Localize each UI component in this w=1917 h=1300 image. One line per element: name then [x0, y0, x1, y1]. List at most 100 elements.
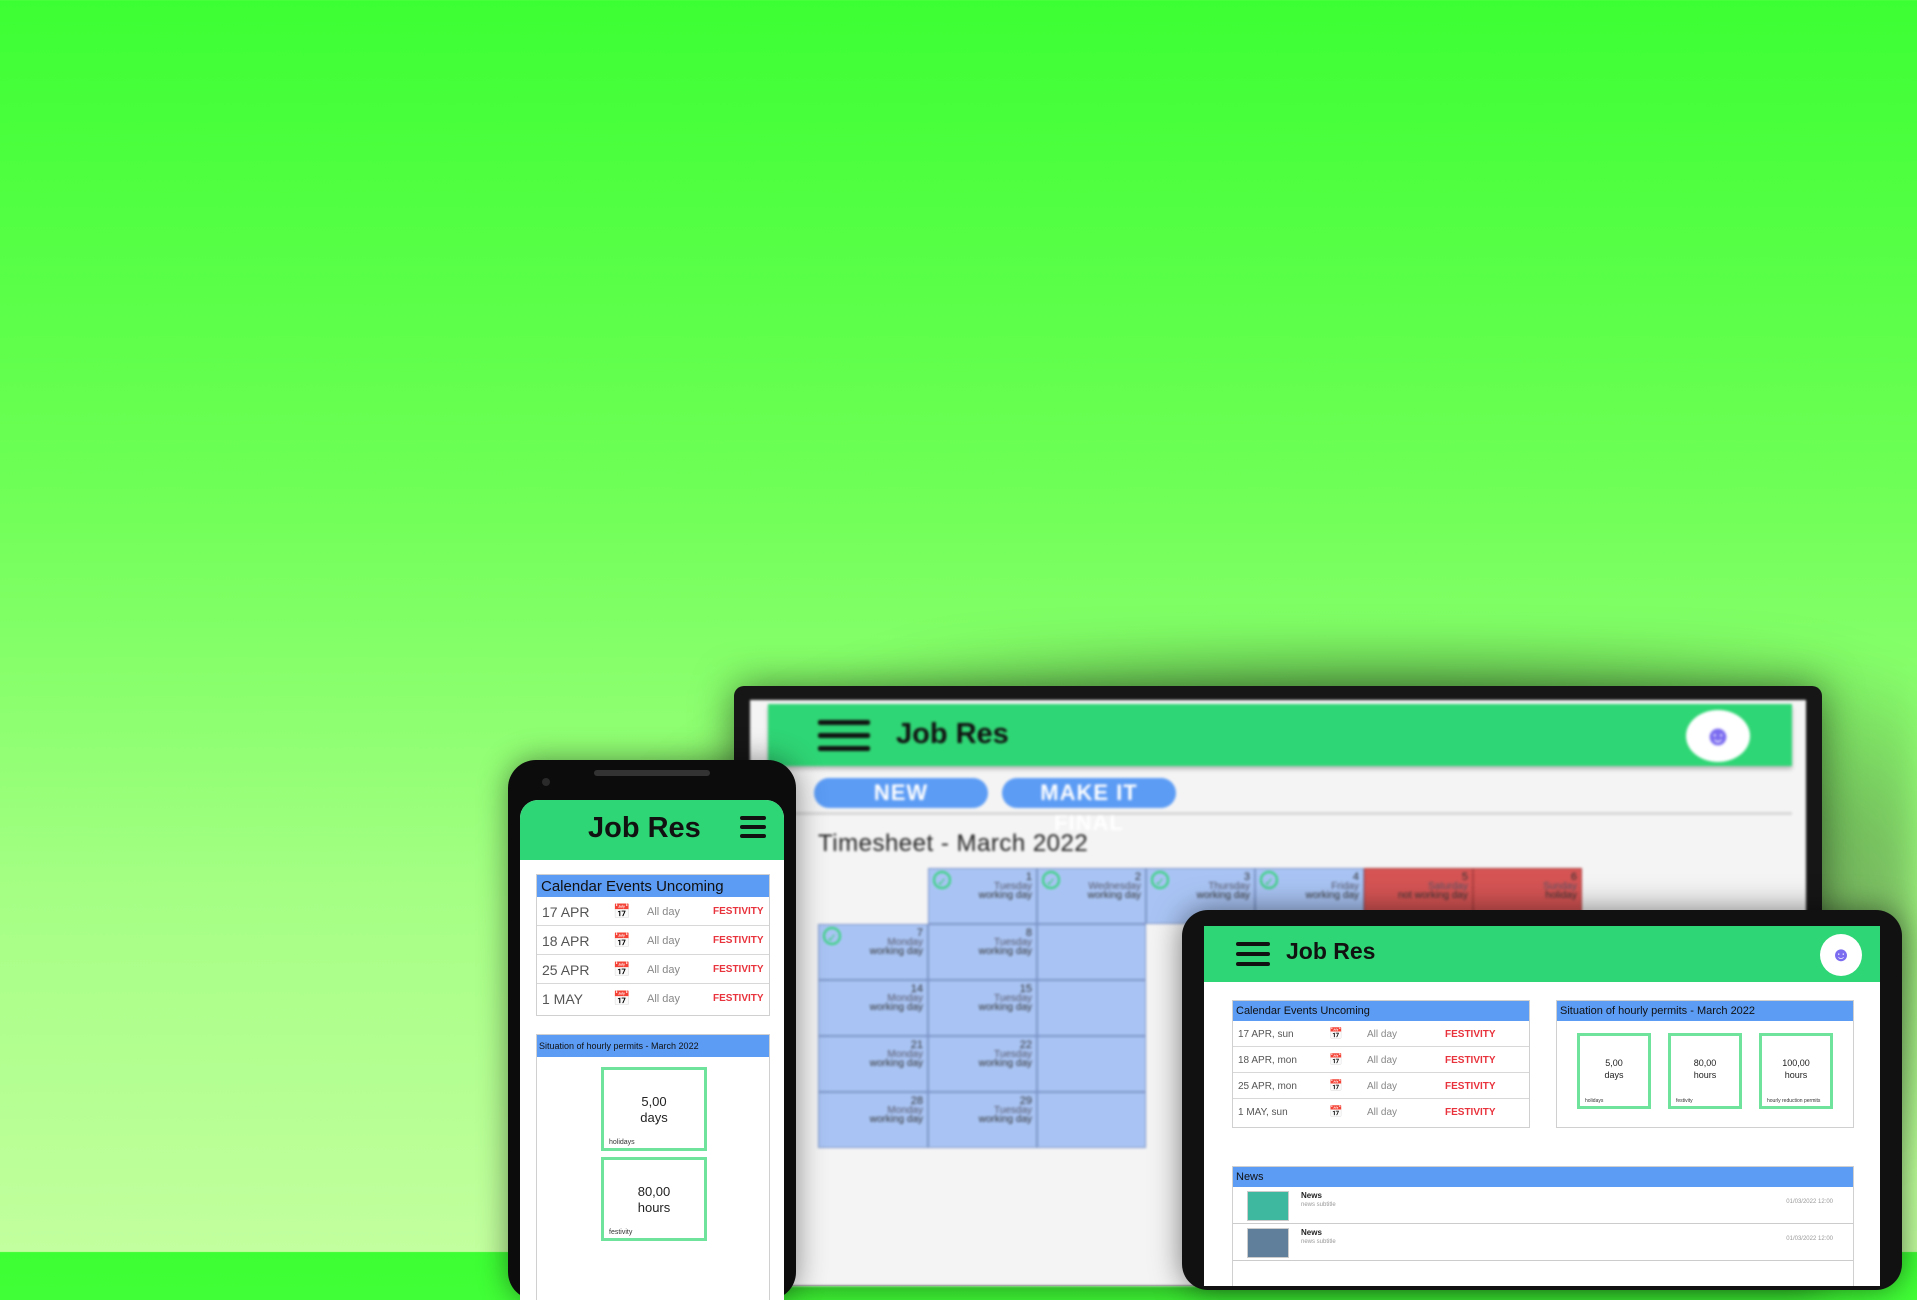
calendar-icon: 📅	[613, 932, 631, 948]
news-item[interactable]: News news subtitle 01/03/2022 12:00	[1233, 1224, 1853, 1261]
event-time: All day	[1367, 1107, 1398, 1118]
permit-label: holidays	[1585, 1098, 1604, 1104]
mobile-phone: Job Res Calendar Events Uncoming 17 APR …	[508, 760, 796, 1300]
event-type: FESTIVITY	[1445, 1055, 1496, 1066]
event-type: FESTIVITY	[1445, 1029, 1496, 1040]
event-row[interactable]: 18 APR 📅 All day FESTIVITY	[537, 926, 769, 955]
calendar-icon: 📅	[1329, 1054, 1343, 1066]
new-button[interactable]: NEW	[814, 778, 988, 808]
hamburger-icon[interactable]	[818, 720, 870, 759]
day-status: working day	[978, 1058, 1032, 1069]
day-cell[interactable]: 14 Monday working day	[818, 980, 928, 1036]
event-row[interactable]: 1 MAY, sun 📅 All day FESTIVITY	[1233, 1099, 1529, 1125]
permit-label: festivity	[1676, 1098, 1693, 1104]
check-circle-icon: ✓	[1042, 871, 1060, 889]
news-card: News News news subtitle 01/03/2022 12:00…	[1232, 1166, 1854, 1286]
news-subtitle: news subtitle	[1301, 1239, 1336, 1245]
event-type: FESTIVITY	[713, 935, 764, 946]
news-title: News	[1301, 1228, 1322, 1237]
event-row[interactable]: 25 APR, mon 📅 All day FESTIVITY	[1233, 1073, 1529, 1099]
day-cell[interactable]	[1037, 980, 1146, 1036]
day-cell[interactable]: ✓ 2 Wednesday working day	[1037, 868, 1146, 924]
check-circle-icon: ✓	[933, 871, 951, 889]
event-time: All day	[647, 935, 681, 947]
card-title: Situation of hourly permits - March 2022	[1557, 1001, 1853, 1021]
permit-box: 80,00 hours festivity	[1668, 1033, 1742, 1109]
day-cell[interactable]: ✓ 7 Monday working day	[818, 924, 928, 980]
event-time: All day	[647, 993, 681, 1005]
event-type: FESTIVITY	[1445, 1107, 1496, 1118]
day-cell[interactable]	[1037, 1092, 1146, 1148]
news-subtitle: news subtitle	[1301, 1202, 1336, 1208]
hamburger-icon[interactable]	[740, 816, 766, 843]
event-time: All day	[647, 964, 681, 976]
event-type: FESTIVITY	[713, 964, 764, 975]
check-circle-icon: ✓	[1260, 871, 1278, 889]
day-status: working day	[978, 946, 1032, 957]
day-cell[interactable]	[1037, 1036, 1146, 1092]
hourly-permits-card: Situation of hourly permits - March 2022…	[536, 1034, 770, 1300]
day-cell[interactable]	[1037, 924, 1146, 980]
event-row[interactable]: 18 APR, mon 📅 All day FESTIVITY	[1233, 1047, 1529, 1073]
day-cell[interactable]: 8 Tuesday working day	[928, 924, 1037, 980]
card-title: Calendar Events Uncoming	[537, 875, 769, 897]
permit-unit: hours	[637, 1200, 671, 1215]
calendar-icon: 📅	[1329, 1028, 1343, 1040]
hourly-permits-card: Situation of hourly permits - March 2022…	[1556, 1000, 1854, 1128]
app-header: Job Res ☻	[1204, 926, 1880, 982]
app-header: Job Res ☻	[768, 704, 1792, 766]
card-title: Calendar Events Uncoming	[1233, 1001, 1529, 1021]
user-icon[interactable]: ☻	[1820, 934, 1862, 976]
day-status: working day	[869, 1058, 923, 1069]
event-time: All day	[1367, 1055, 1398, 1066]
event-date: 1 MAY, sun	[1238, 1107, 1288, 1118]
news-item[interactable]: News news subtitle 01/03/2022 12:00	[1233, 1187, 1853, 1224]
check-circle-icon: ✓	[1151, 871, 1169, 889]
event-type: FESTIVITY	[713, 993, 764, 1004]
calendar-icon: 📅	[1329, 1080, 1343, 1092]
permit-value: 5,00	[641, 1094, 667, 1109]
permit-unit: days	[640, 1110, 668, 1125]
day-status: working day	[1305, 890, 1359, 901]
divider	[768, 812, 1792, 815]
event-date: 17 APR	[542, 904, 590, 920]
day-cell[interactable]: 28 Monday working day	[818, 1092, 928, 1148]
app-header: Job Res	[520, 800, 784, 860]
permit-unit: hours	[1784, 1070, 1808, 1080]
day-cell[interactable]: 22 Tuesday working day	[928, 1036, 1037, 1092]
news-title: News	[1301, 1191, 1322, 1200]
event-row[interactable]: 17 APR 📅 All day FESTIVITY	[537, 897, 769, 926]
event-row[interactable]: 25 APR 📅 All day FESTIVITY	[537, 955, 769, 984]
permit-box: 5,00 days holidays	[601, 1067, 707, 1151]
event-date: 18 APR	[542, 933, 590, 949]
news-thumbnail	[1247, 1228, 1289, 1258]
news-date: 01/03/2022 12:00	[1786, 1199, 1833, 1205]
event-row[interactable]: 17 APR, sun 📅 All day FESTIVITY	[1233, 1021, 1529, 1047]
event-row[interactable]: 1 MAY 📅 All day FESTIVITY	[537, 984, 769, 1013]
permit-label: hourly reduction permits	[1767, 1098, 1821, 1104]
day-status: working day	[1087, 890, 1141, 901]
permit-value: 80,00	[637, 1184, 671, 1199]
event-date: 25 APR, mon	[1238, 1081, 1297, 1092]
day-cell[interactable]: ✓ 1 Tuesday working day	[928, 868, 1037, 924]
user-icon[interactable]: ☻	[1686, 710, 1750, 762]
hamburger-icon[interactable]	[1236, 942, 1270, 972]
phone-speaker	[594, 770, 710, 776]
permit-box: 80,00 hours festivity	[601, 1157, 707, 1241]
day-cell[interactable]: 29 Tuesday working day	[928, 1092, 1037, 1148]
app-title: Job Res	[1286, 938, 1376, 964]
tablet-device: Job Res ☻ Calendar Events Uncoming 17 AP…	[1182, 910, 1902, 1290]
permit-unit: days	[1604, 1070, 1624, 1080]
permit-box: 5,00 days holidays	[1577, 1033, 1651, 1109]
check-circle-icon: ✓	[823, 927, 841, 945]
timesheet-title: Timesheet - March 2022	[818, 830, 1089, 857]
event-time: All day	[1367, 1081, 1398, 1092]
day-cell[interactable]: 15 Tuesday working day	[928, 980, 1037, 1036]
day-status: working day	[869, 1114, 923, 1125]
make-final-button[interactable]: MAKE IT FINAL	[1002, 778, 1176, 835]
app-title: Job Res	[896, 718, 1009, 750]
day-cell[interactable]: 21 Monday working day	[818, 1036, 928, 1092]
phone-screen: Job Res Calendar Events Uncoming 17 APR …	[520, 800, 784, 1300]
calendar-icon: 📅	[613, 903, 631, 919]
calendar-events-card: Calendar Events Uncoming 17 APR, sun 📅 A…	[1232, 1000, 1530, 1128]
